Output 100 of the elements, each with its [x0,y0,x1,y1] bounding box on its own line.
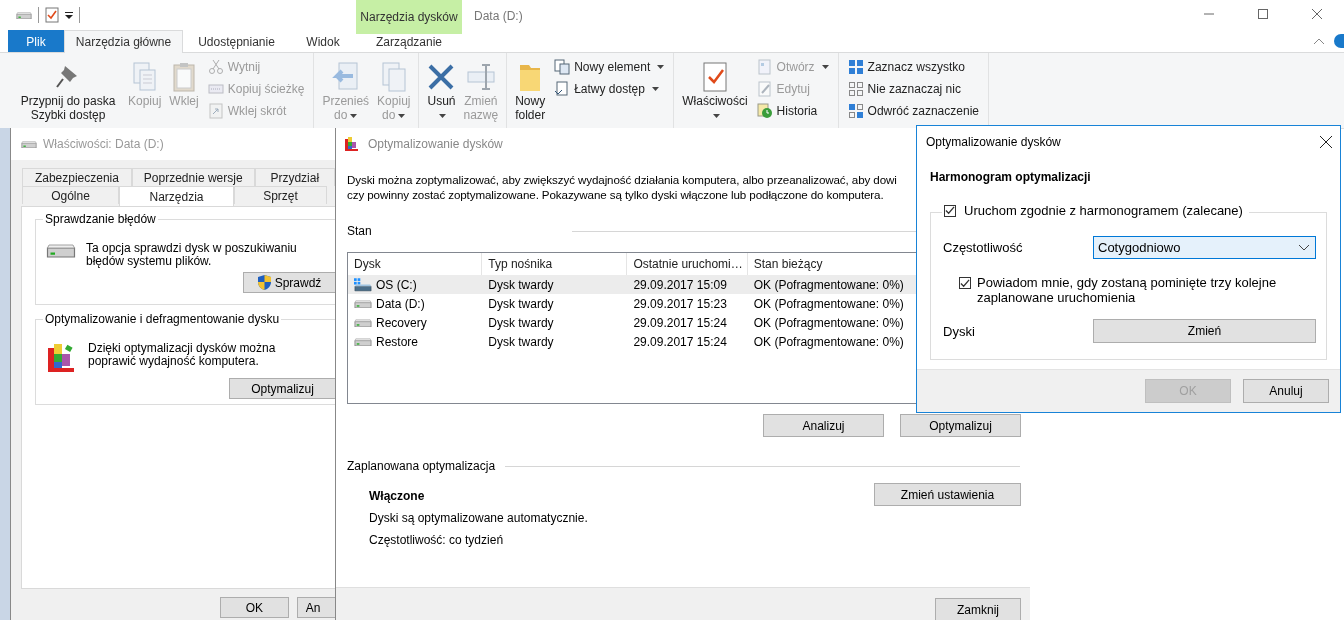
group-title: Sprawdzanie błędów [43,212,158,226]
properties-icon[interactable] [45,7,59,23]
ribbon-button[interactable]: Właściwości [680,56,750,126]
dialog-button[interactable]: OK [220,597,289,618]
chevron-down-icon [1299,244,1309,251]
table-cell: OS (C:) [376,277,417,292]
tab[interactable]: Przydział [254,168,335,186]
table-cell: Dysk twardy [488,277,554,292]
caret-icon [350,113,358,118]
tab[interactable]: Ogólne [22,186,119,204]
history-icon [756,103,773,119]
maximize-icon[interactable] [1258,9,1268,19]
scissors-icon [207,59,224,75]
ribbon-tab[interactable]: Widok [290,30,356,52]
tab[interactable]: Sprzęt [234,186,327,204]
drive-icon [16,10,32,20]
drive-icon [354,317,372,328]
field-label: Dyski [943,323,976,339]
table-cell: OK (Pofragmentowane: 0%) [753,296,904,311]
description-text: Ta opcja sprawdzi dysk w poszukiwaniu błędów systemu plików. [86,242,298,268]
table-cell: Data (D:) [376,296,425,311]
drive-icon [21,139,37,149]
select-all-icon [847,59,864,75]
description-text: Dyski można zoptymalizować, aby zwiększyć wydajność działania komputera, albo przeanalizować, aby dowi [347,172,897,187]
change-button[interactable]: Zmień [1093,319,1316,343]
caret-icon [712,113,720,118]
defragment-icon [344,136,360,152]
ribbon-button[interactable]: Zaznacz wszystko [844,56,982,78]
copy-icon [131,61,158,93]
shield-icon [257,275,271,290]
table-cell: OK (Pofragmentowane: 0%) [753,334,904,349]
section-title: Stan [347,224,372,238]
group-title: Optymalizowanie i defragmentowanie dysku [43,312,282,326]
dialog-button[interactable]: Optymalizuj [900,414,1021,437]
description-text: czy powinny zostać zoptymalizowane. Pokazywane są tylko dyski włączone lub podłączone do komputera. [347,187,884,202]
schedule-status: Włączone [369,489,426,503]
caret-icon [439,113,447,118]
table-cell: Dysk twardy [488,296,554,311]
collapse-icon[interactable] [1314,38,1324,44]
window-title: Właściwości: Data (D:) [43,137,164,151]
ribbon-button[interactable]: Nowy folder [513,56,548,126]
tab[interactable]: Zabezpieczenia [22,168,132,186]
table-cell: 29.09.2017 15:24 [633,315,727,330]
check-button[interactable]: Sprawdź [243,272,335,293]
caret-icon [398,113,406,118]
properties-icon [700,61,729,93]
system-drive-icon [354,277,372,292]
table-cell: 29.09.2017 15:24 [633,334,727,349]
path-icon [207,81,224,97]
caret-icon [657,65,665,69]
ribbon-button[interactable]: Usuń [425,56,458,126]
change-settings-button[interactable]: Zmień ustawienia [874,483,1021,506]
help-icon[interactable] [1334,34,1344,48]
drive-icon [46,242,76,259]
table-cell: Restore [376,334,419,349]
ribbon-tab[interactable]: Plik [8,30,64,52]
checkbox-label: Uruchom zgodnie z harmonogramem (zalecane) [964,203,1243,218]
schedule-text: Częstotliwość: co tydzień [369,533,505,547]
clipboard-icon [171,61,198,93]
table-cell: 29.09.2017 15:09 [633,277,727,292]
dialog-button[interactable]: An [296,597,335,618]
section-title: Zaplanowana optymalizacja [347,459,496,473]
window-title: Data (D:) [474,9,523,23]
select-none-icon [847,81,864,97]
caret-icon[interactable] [65,11,73,19]
tab[interactable]: Poprzednie wersje [131,168,255,186]
ribbon-tab[interactable]: Narzędzia główne [64,30,183,53]
dialog-button[interactable]: Analizuj [763,414,884,437]
shortcut-icon [207,103,224,119]
easy-access-icon [554,81,571,97]
ribbon-button[interactable]: Nowy element [551,56,668,78]
frequency-dropdown[interactable]: Cotygodniowo [1093,236,1316,259]
ribbon-button[interactable]: Łatwy dostęp [551,78,668,100]
schedule-text: Dyski są optymalizowane automatycznie. [369,511,588,525]
table-cell: Dysk twardy [488,334,554,349]
close-button[interactable]: Zamknij [935,598,1021,620]
table-cell: 29.09.2017 15:23 [633,296,727,311]
dialog-heading: Harmonogram optymalizacji [930,170,1092,184]
ribbon-tab[interactable]: Udostępnianie [183,30,290,52]
tab[interactable]: Narzędzia [119,186,234,206]
caret-icon [821,65,829,69]
checkbox[interactable] [944,204,956,217]
table-cell: OK (Pofragmentowane: 0%) [753,277,904,292]
invert-selection-icon [847,103,864,119]
ribbon-button[interactable]: Odwróć zaznaczenie [844,100,982,122]
caret-icon [651,87,659,91]
description-text: Dzięki optymalizacji dysków można poprawić wydajność komputera. [88,342,277,370]
optimize-button[interactable]: Optymalizuj [229,378,335,399]
ribbon-button[interactable]: Historia [753,100,832,122]
checkbox[interactable] [959,277,971,289]
ribbon-button[interactable]: Przypnij do paska Szybki dostęp [14,56,122,126]
ribbon-button[interactable]: Nie zaznaczaj nic [844,78,982,100]
window-title: Optymalizowanie dysków [368,137,503,151]
dialog-button[interactable]: Anuluj [1243,379,1329,403]
open-icon [756,59,773,75]
close-icon[interactable] [1320,136,1332,148]
move-to-icon [330,61,361,93]
drive-icon [354,336,372,347]
context-tab-header: Narzędzia dysków [356,0,462,34]
new-item-icon [554,59,571,75]
